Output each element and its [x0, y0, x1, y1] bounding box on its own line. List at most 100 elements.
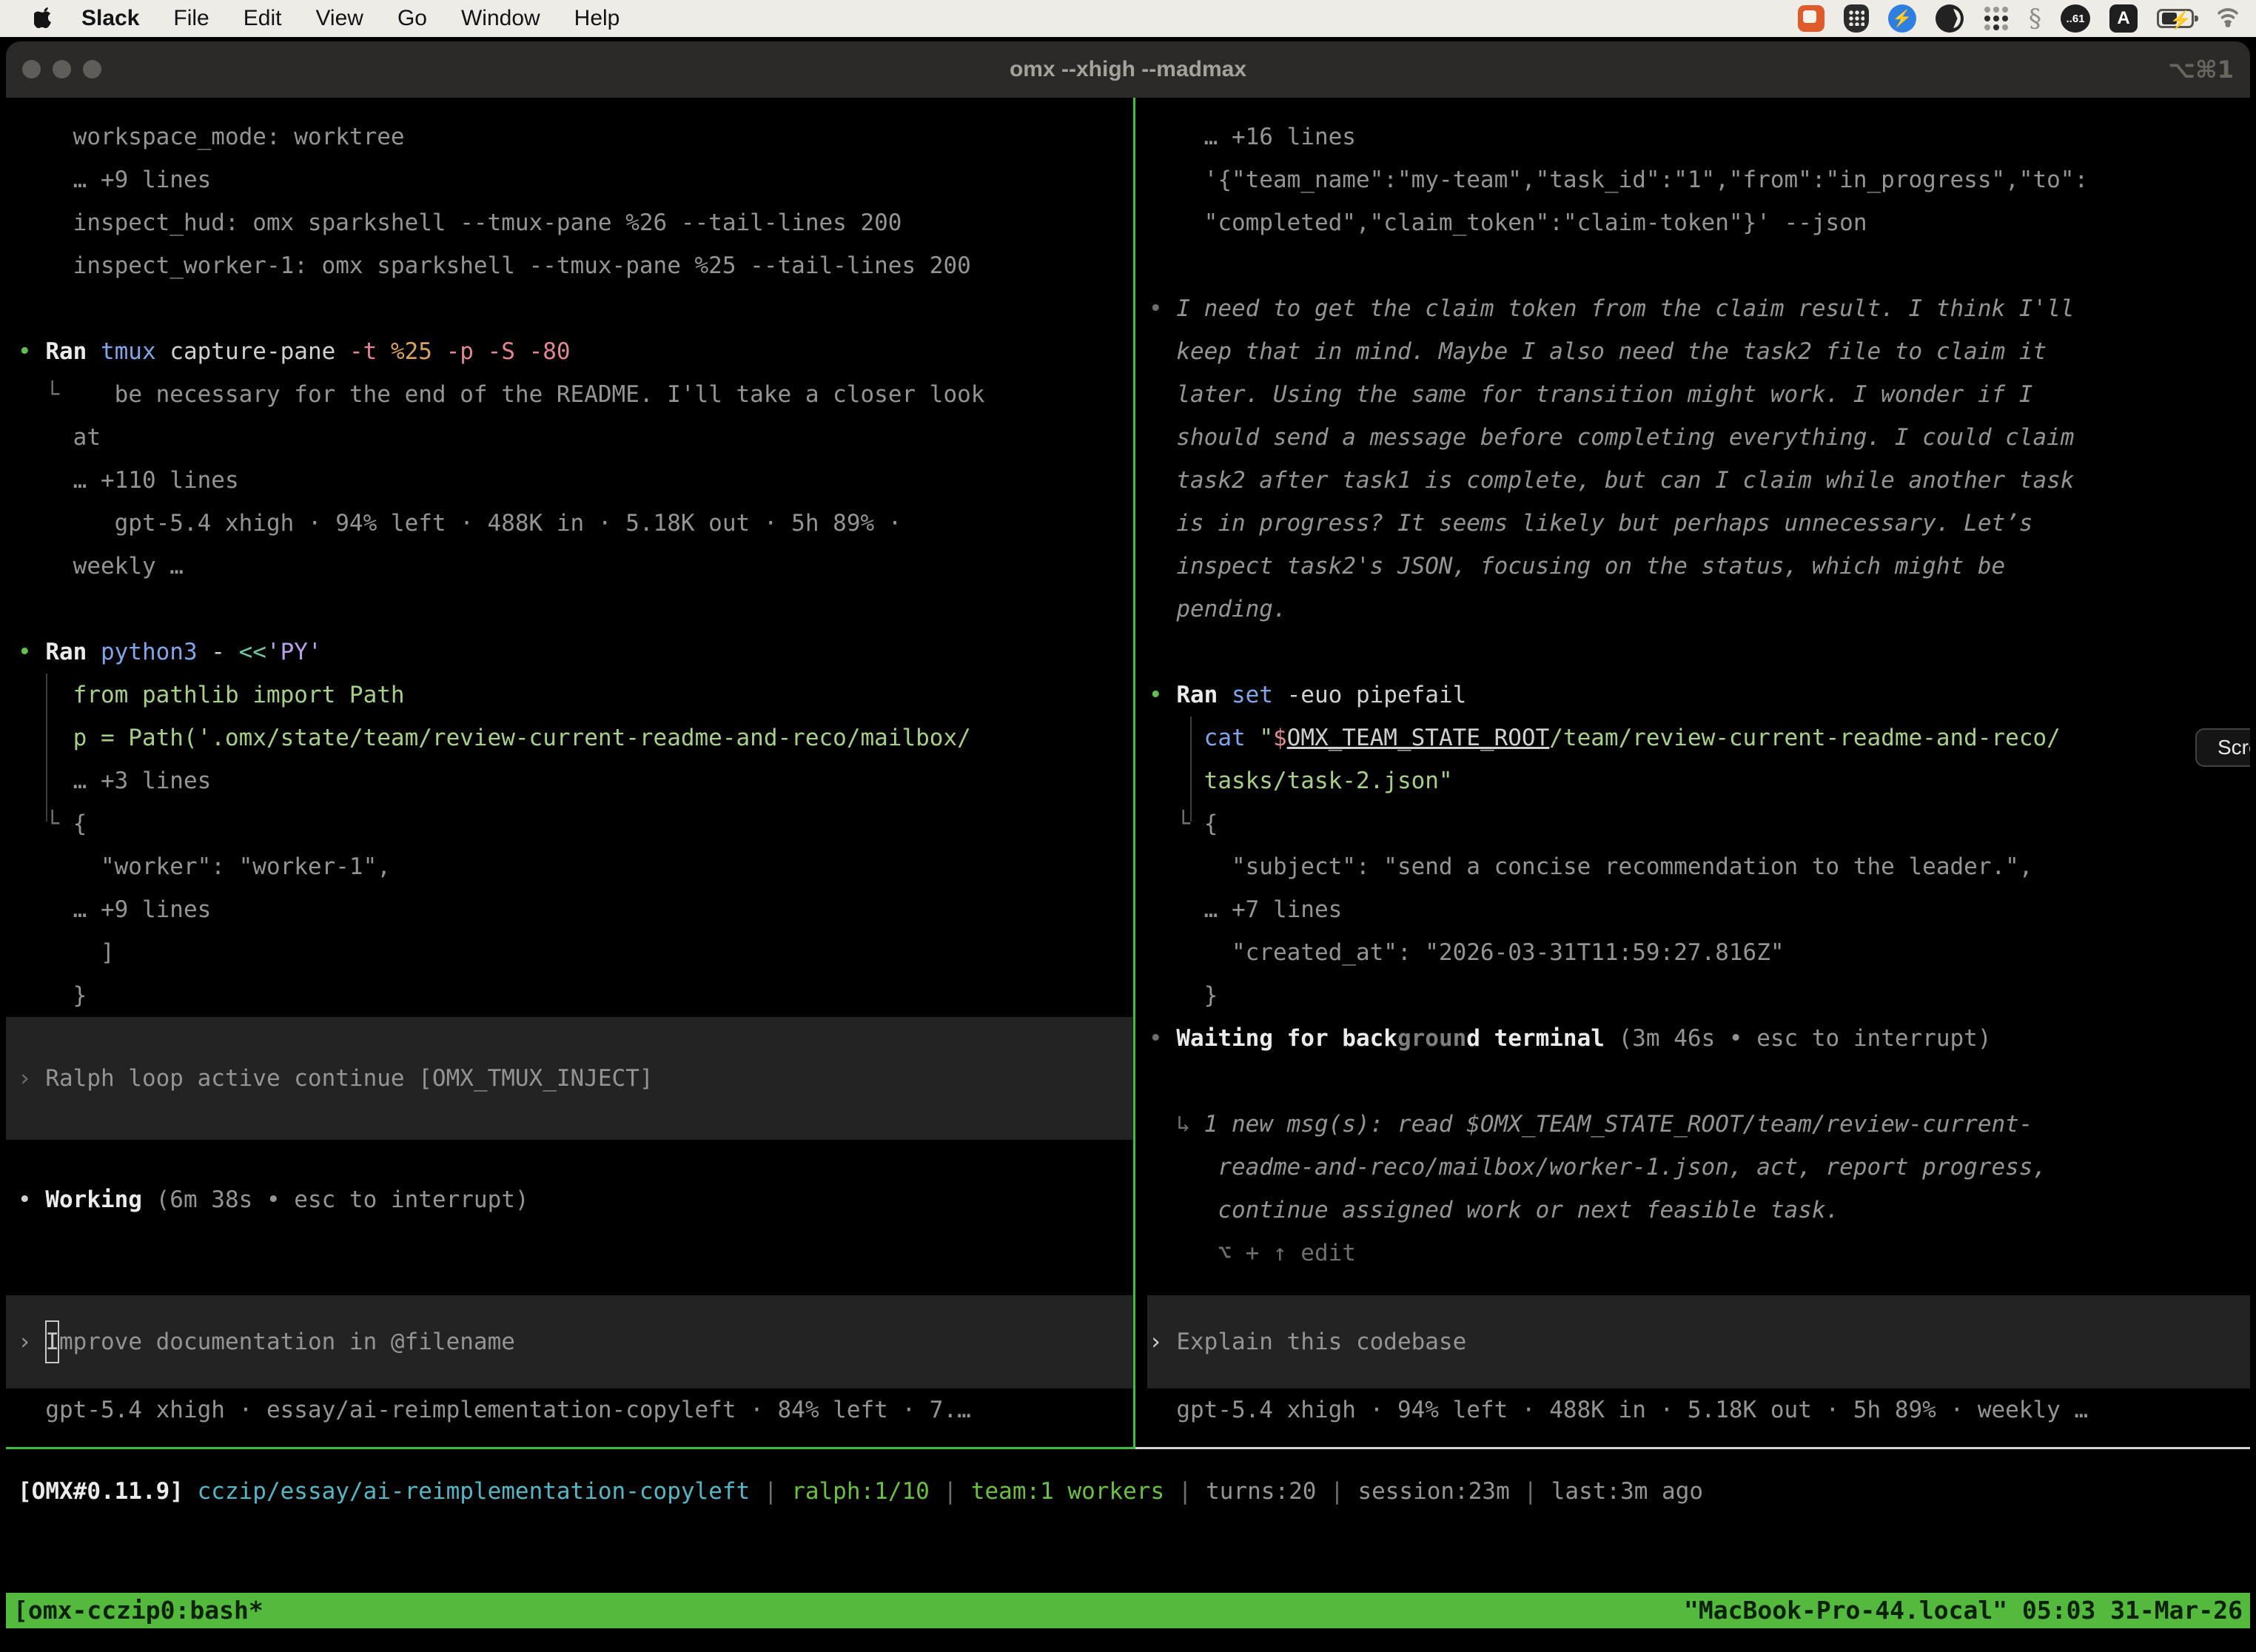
highlighted-status-row[interactable]: › Ralph loop active continue [OMX_TMUX_I… [6, 1017, 1133, 1140]
terminal-line: continue assigned work or next feasible … [1137, 1189, 2250, 1232]
terminal-text-segment: be necessary for the end of the README. … [115, 381, 985, 408]
terminal-line: tasks/task-2.json" [1137, 759, 2250, 802]
menu-item-help[interactable]: Help [574, 6, 620, 31]
terminal-line: … +9 lines [6, 158, 1133, 201]
terminal-line: • Waiting for background terminal (3m 46… [1137, 1017, 2250, 1060]
terminal-text-segment: └ [1149, 810, 1204, 837]
tmux-host-clock-label: "MacBook-Pro-44.local" 05:03 31-Mar-26 [1684, 1593, 2243, 1628]
input-source-icon[interactable]: A [2109, 4, 2138, 33]
terminal-line: should send a message before completing … [1137, 416, 2250, 459]
terminal-text-segment: workspace_mode: worktree [18, 124, 405, 150]
dot-grid-icon[interactable] [1983, 5, 2010, 32]
tmux-pane-right[interactable]: … +16 lines '{"team_name":"my-team","tas… [1137, 98, 2250, 1447]
terminal-text-segment: [OMX#0.11.9] [18, 1478, 198, 1505]
terminal-text-segment: inspect_hud: omx sparkshell --tmux-pane … [18, 209, 902, 236]
terminal-line: • I need to get the claim token from the… [1137, 287, 2250, 330]
terminal-blank-line [6, 1140, 1133, 1178]
terminal-line: "worker": "worker-1", [6, 845, 1133, 888]
terminal-line: cat "$OMX_TEAM_STATE_ROOT/team/review-cu… [1137, 716, 2250, 759]
terminal-text-segment: mprove documentation in @filename [59, 1320, 515, 1363]
badge-61-icon[interactable]: ..61 [2061, 4, 2090, 33]
tmux-pane-left[interactable]: workspace_mode: worktree … +9 lines insp… [6, 98, 1133, 1447]
terminal-text-segment: $ [1273, 725, 1287, 751]
terminal-line: gpt-5.4 xhigh · 94% left · 488K in · 5.1… [1137, 1389, 2250, 1431]
window-title: omx --xhigh --madmax [6, 41, 2250, 98]
terminal-line: from pathlib import Path [6, 674, 1133, 716]
shield-grid-icon[interactable] [1844, 4, 1869, 33]
terminal-line: "completed","claim_token":"claim-token"}… [1137, 201, 2250, 244]
omx-status-line: [OMX#0.11.9] cczip/essay/ai-reimplementa… [6, 1470, 2250, 1513]
terminal-line: } [6, 974, 1133, 1017]
active-app-name[interactable]: Slack [81, 6, 139, 31]
terminal-text-segment: … +16 lines [1149, 124, 1356, 150]
window-titlebar[interactable]: omx --xhigh --madmax ⌥⌘1 [6, 41, 2250, 98]
terminal-text-segment: Explain this codebase [1176, 1320, 1466, 1363]
chat-app-icon[interactable] [1798, 5, 1824, 32]
apple-logo-icon[interactable] [34, 7, 53, 30]
terminal-line: "subject": "send a concise recommendatio… [1137, 845, 2250, 888]
terminal-text-segment: | [1164, 1478, 1206, 1505]
terminal-text-segment: is in progress? It seems likely but perh… [1149, 510, 2032, 537]
terminal-line: keep that in mind. Maybe I also need the… [1137, 330, 2250, 373]
squiggle-icon[interactable]: § [2029, 4, 2041, 33]
terminal-line: } [1137, 974, 2250, 1017]
menu-item-go[interactable]: Go [397, 6, 427, 31]
terminal-text-segment: 'PY' [266, 639, 322, 665]
terminal-text-segment: | [930, 1478, 971, 1505]
prompt-input-row[interactable]: › Improve documentation in @filename [6, 1295, 1133, 1389]
terminal-line: └ { [6, 802, 1133, 845]
menu-item-view[interactable]: View [315, 6, 363, 31]
menu-item-file[interactable]: File [173, 6, 209, 31]
terminal-text-segment: Waiting for back [1176, 1025, 1397, 1052]
terminal-line: at [6, 416, 1133, 459]
terminal-window: omx --xhigh --madmax ⌥⌘1 workspace_mode:… [6, 41, 2250, 1652]
terminal-line: task2 after task1 is complete, but can I… [1137, 459, 2250, 502]
terminal-text-segment: I [45, 1320, 59, 1363]
terminal-text-segment: "completed","claim_token":"claim-token"}… [1149, 209, 1867, 236]
messenger-bolt-icon[interactable]: ⚡ [1888, 4, 1916, 33]
terminal-text-segment: Ralph loop active continue [OMX_TMUX_INJ… [45, 1057, 653, 1100]
terminal-text-segment: } [1149, 982, 1218, 1009]
terminal-text-segment: › [1149, 1320, 1176, 1363]
terminal-text-segment: (6m 38s • esc to interrupt) [156, 1186, 529, 1213]
terminal-text-segment: › [18, 1320, 45, 1363]
wifi-icon[interactable] [2213, 7, 2243, 30]
terminal-line: '{"team_name":"my-team","task_id":"1","f… [1137, 158, 2250, 201]
terminal-line: gpt-5.4 xhigh · essay/ai-reimplementatio… [6, 1389, 1133, 1431]
terminal-text-segment: -t [349, 338, 391, 365]
terminal-blank-line [6, 588, 1133, 631]
terminal-text-segment: -p -S -80 [446, 338, 571, 365]
menu-item-edit[interactable]: Edit [244, 6, 282, 31]
tmux-status-bar: [omx-cczip0:bash* "MacBook-Pro-44.local"… [6, 1593, 2250, 1628]
terminal-line: readme-and-reco/mailbox/worker-1.json, a… [1137, 1146, 2250, 1189]
terminal-text-segment: d terminal [1466, 1025, 1618, 1052]
battery-charging-icon[interactable]: ⚡ [2157, 9, 2194, 28]
terminal-line: • Working (6m 38s • esc to interrupt) [6, 1178, 1133, 1221]
terminal-line: "created_at": "2026-03-31T11:59:27.816Z" [1137, 931, 2250, 974]
pane-divider[interactable] [1133, 98, 1135, 1449]
prompt-input-row[interactable]: › Explain this codebase [1147, 1295, 2250, 1389]
terminal-text-segment: set [1232, 682, 1287, 708]
menu-item-window[interactable]: Window [461, 6, 540, 31]
terminal-text-segment: keep that in mind. Maybe I also need the… [1149, 338, 2047, 365]
tmux-session-label[interactable]: [omx-cczip0:bash* [13, 1593, 263, 1628]
terminal-text-segment: "subject": "send a concise recommendatio… [1149, 853, 2032, 880]
terminal-line: … +9 lines [6, 888, 1133, 931]
terminal-line: later. Using the same for transition mig… [1137, 373, 2250, 416]
terminal-text-segment: continue assigned work or next feasible … [1149, 1197, 1839, 1223]
terminal-text-segment: Ran [45, 639, 101, 665]
terminal-line: p = Path('.omx/state/team/review-current… [6, 716, 1133, 759]
terminal-line: • Ran tmux capture-pane -t %25 -p -S -80 [6, 330, 1133, 373]
terminal-text-segment: p = Path('.omx/state/team/review-current… [18, 725, 971, 751]
terminal-text-segment: … +9 lines [18, 167, 211, 193]
terminal-text-segment: tmux [101, 338, 169, 365]
terminal-text-segment: ⌥ + ↑ edit [1149, 1240, 1356, 1266]
terminal-text-segment: groun [1397, 1025, 1466, 1052]
terminal-text-segment: • [18, 338, 45, 365]
terminal-line: inspect_worker-1: omx sparkshell --tmux-… [6, 244, 1133, 287]
terminal-line: ⌥ + ↑ edit [1137, 1232, 2250, 1275]
terminal-line: ↳ 1 new msg(s): read $OMX_TEAM_STATE_ROO… [1137, 1103, 2250, 1146]
browser-swoosh-icon[interactable] [1936, 4, 1964, 33]
terminal-text-segment: "worker": "worker-1", [18, 853, 391, 880]
terminal-text-segment: last:3m ago [1551, 1478, 1703, 1505]
